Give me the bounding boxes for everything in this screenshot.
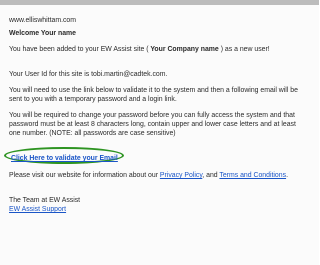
added-message: You have been added to your EW Assist si… xyxy=(9,45,309,54)
site-url: www.elliswhittam.com xyxy=(9,17,77,24)
user-id-line: Your User Id for this site is tobi.marti… xyxy=(9,71,168,78)
greeting: Welcome Your name xyxy=(9,30,77,37)
policy-prefix: Please visit our website for information… xyxy=(9,172,160,179)
terms-link[interactable]: Terms and Conditions xyxy=(219,172,286,179)
added-suffix: ) as a new user! xyxy=(220,46,270,53)
support-link[interactable]: EW Assist Support xyxy=(9,205,309,214)
policy-suffix: . xyxy=(286,172,288,179)
team-line: The Team at EW Assist xyxy=(9,197,81,204)
password-info: You will be required to change your pass… xyxy=(9,112,296,138)
validate-info: You will need to use the link below to v… xyxy=(9,87,298,104)
policy-and: , and xyxy=(202,172,220,179)
added-prefix: You have been added to your EW Assist si… xyxy=(9,46,149,53)
company-name: Your Company name xyxy=(148,46,221,53)
validate-email-link[interactable]: Click Here to validate your Email xyxy=(11,154,311,163)
signature: The Team at EW Assist EW Assist Support xyxy=(9,196,309,214)
privacy-policy-link[interactable]: Privacy Policy xyxy=(160,172,202,179)
email-body: www.elliswhittam.com Welcome Your name Y… xyxy=(0,5,319,265)
policy-info: Please visit our website for information… xyxy=(9,171,309,180)
